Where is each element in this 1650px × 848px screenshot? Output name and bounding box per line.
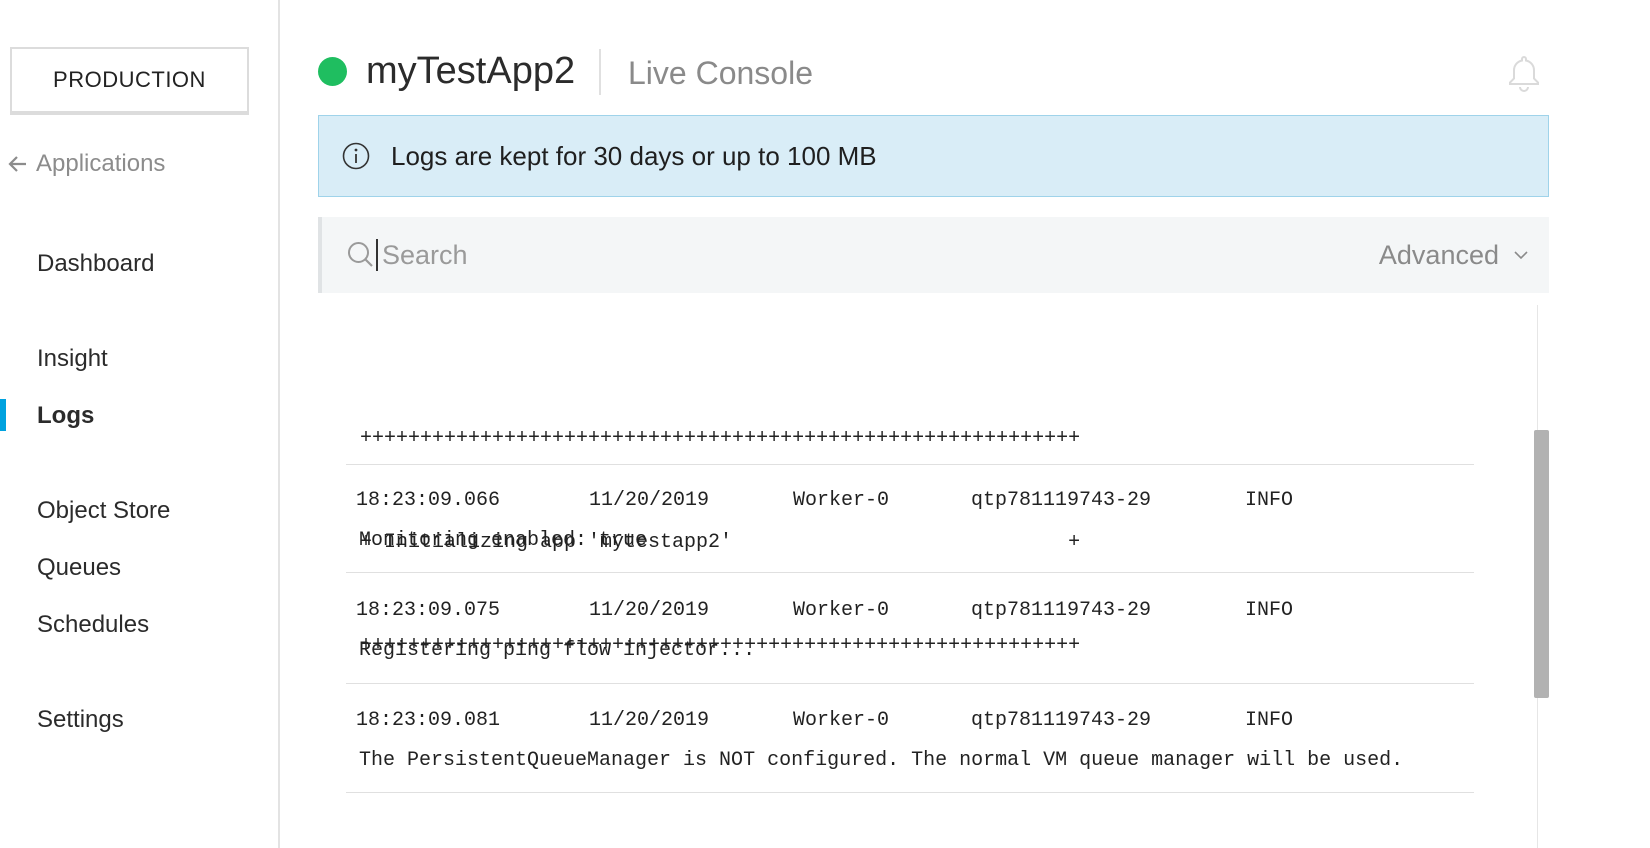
log-separator xyxy=(346,792,1474,793)
sidebar-item-queues[interactable]: Queues xyxy=(37,554,121,582)
sidebar: PRODUCTION Applications Dashboard Insigh… xyxy=(0,0,280,848)
log-output: ++++++++++++++++++++++++++++++++++++++++… xyxy=(346,305,1474,848)
startup-banner-line: ++++++++++++++++++++++++++++++++++++++++… xyxy=(360,427,1081,450)
log-time: 18:23:09.066 xyxy=(356,489,501,512)
advanced-label: Advanced xyxy=(1378,239,1499,270)
log-date: 11/20/2019 xyxy=(589,489,710,512)
log-message: Registering ping flow injector... xyxy=(359,639,756,662)
search-icon xyxy=(348,242,373,267)
app-status-indicator xyxy=(318,57,347,86)
environment-selector-button[interactable]: PRODUCTION xyxy=(10,47,249,115)
app-name: myTestApp2 xyxy=(366,50,576,92)
info-banner: Logs are kept for 30 days or up to 100 M… xyxy=(318,115,1549,197)
active-nav-indicator xyxy=(0,399,6,431)
log-message: Monitoring enabled: true xyxy=(359,529,648,552)
chevron-down-icon xyxy=(1514,251,1528,260)
log-meta: 18:23:09.075 11/20/2019 Worker-0 qtp7811… xyxy=(356,599,1293,623)
log-scrollbar-thumb[interactable] xyxy=(1534,430,1549,698)
sidebar-item-object-store[interactable]: Object Store xyxy=(37,497,170,525)
log-separator xyxy=(346,464,1474,465)
banner-text: Logs are kept for 30 days or up to 100 M… xyxy=(391,140,877,171)
advanced-search-toggle[interactable]: Advanced xyxy=(1379,240,1529,271)
log-level: INFO xyxy=(1245,599,1294,622)
page-title: Live Console xyxy=(628,55,813,91)
log-meta: 18:23:09.066 11/20/2019 Worker-0 qtp7811… xyxy=(356,489,1293,513)
log-separator xyxy=(346,572,1474,573)
bell-icon[interactable] xyxy=(1505,54,1543,92)
log-date: 11/20/2019 xyxy=(589,599,710,622)
log-thread: qtp781119743-29 xyxy=(971,489,1152,512)
log-worker: Worker-0 xyxy=(793,709,890,732)
sidebar-item-schedules[interactable]: Schedules xyxy=(37,611,149,639)
search-input[interactable] xyxy=(376,239,1379,271)
sidebar-item-insight[interactable]: Insight xyxy=(37,345,108,373)
log-search-bar: Advanced xyxy=(318,217,1549,293)
back-link-label: Applications xyxy=(36,150,166,177)
arrow-left-icon xyxy=(8,156,26,172)
log-meta: 18:23:09.081 11/20/2019 Worker-0 qtp7811… xyxy=(356,709,1293,733)
header-divider xyxy=(599,49,601,95)
log-date: 11/20/2019 xyxy=(589,709,710,732)
log-thread: qtp781119743-29 xyxy=(971,709,1152,732)
log-time: 18:23:09.075 xyxy=(356,599,501,622)
sidebar-item-dashboard[interactable]: Dashboard xyxy=(37,250,154,278)
log-worker: Worker-0 xyxy=(793,489,890,512)
log-level: INFO xyxy=(1245,709,1294,732)
log-worker: Worker-0 xyxy=(793,599,890,622)
sidebar-item-settings[interactable]: Settings xyxy=(37,706,124,734)
info-icon xyxy=(342,142,370,170)
log-level: INFO xyxy=(1245,489,1294,512)
log-time: 18:23:09.081 xyxy=(356,709,501,732)
log-thread: qtp781119743-29 xyxy=(971,599,1152,622)
back-to-applications-link[interactable]: Applications xyxy=(6,150,165,178)
log-separator xyxy=(346,683,1474,684)
log-message: The PersistentQueueManager is NOT config… xyxy=(359,749,1404,772)
sidebar-item-logs[interactable]: Logs xyxy=(37,402,94,430)
